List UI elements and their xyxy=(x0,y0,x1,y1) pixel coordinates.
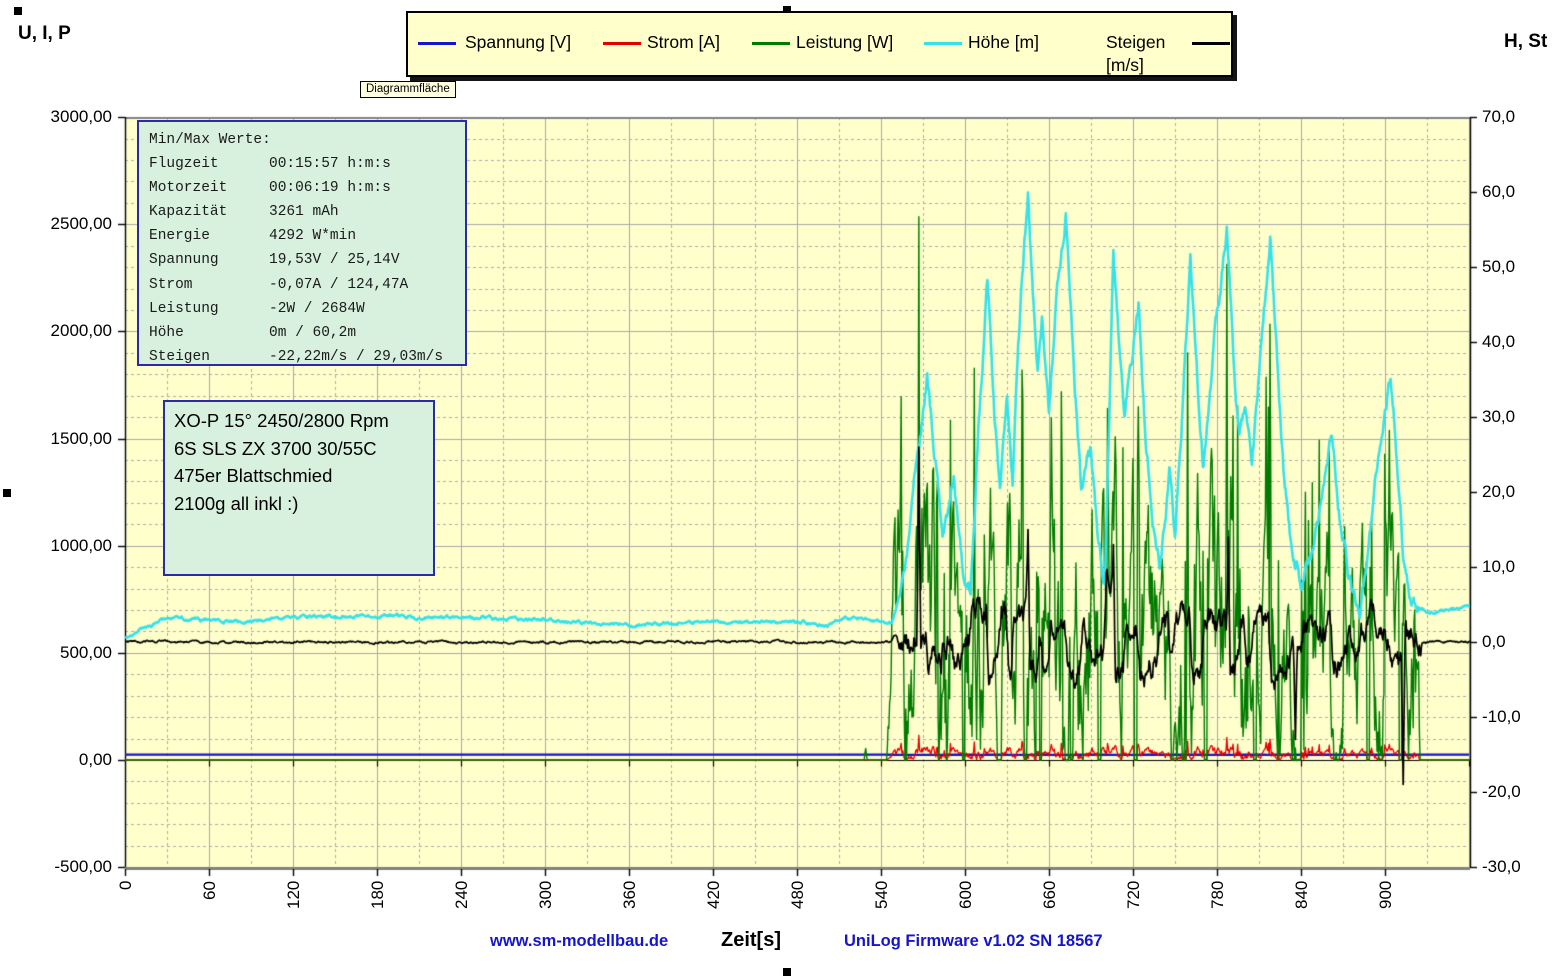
right-axis-tick-label: 70,0 xyxy=(1482,107,1515,127)
x-axis-tick-label: 420 xyxy=(704,881,723,909)
left-axis-tick-label: 1500,00 xyxy=(28,429,112,449)
minmax-row-label: Leistung xyxy=(149,297,269,321)
minmax-row-value: -2W / 2684W xyxy=(269,301,365,317)
right-axis-title: H, St xyxy=(1504,31,1547,53)
right-axis-tick-label: 20,0 xyxy=(1482,482,1515,502)
left-axis-tick-label: 3000,00 xyxy=(28,107,112,127)
right-axis-tick-label: -20,0 xyxy=(1482,782,1521,802)
minmax-row: Strom-0,07A / 124,47A xyxy=(149,273,455,297)
x-axis-tick-label: 600 xyxy=(956,881,975,909)
footer-website-text: www.sm-modellbau.de xyxy=(490,932,668,951)
minmax-row-value: 00:15:57 h:m:s xyxy=(269,156,391,172)
minmax-row-value: 00:06:19 h:m:s xyxy=(269,180,391,196)
right-axis-tick-label: 30,0 xyxy=(1482,407,1515,427)
legend-label-2: Leistung [W] xyxy=(796,31,893,54)
minmax-row: Flugzeit00:15:57 h:m:s xyxy=(149,152,455,176)
right-axis-tick-label: 50,0 xyxy=(1482,257,1515,277)
minmax-row-label: Motorzeit xyxy=(149,176,269,200)
left-axis-title: U, I, P xyxy=(18,23,71,45)
legend[interactable]: Spannung [V] Strom [A] Leistung [W] Höhe [m… xyxy=(406,11,1233,77)
minmax-row-value: 0m / 60,2m xyxy=(269,325,356,341)
right-axis-tick-label: 10,0 xyxy=(1482,557,1515,577)
minmax-row: Motorzeit00:06:19 h:m:s xyxy=(149,176,455,200)
x-axis-tick-label: 780 xyxy=(1208,881,1227,909)
minmax-row: Spannung19,53V / 25,14V xyxy=(149,248,455,272)
x-axis-tick-label: 60 xyxy=(200,881,219,900)
annotation-line: 2100g all inkl :) xyxy=(174,490,424,518)
minmax-row-label: Steigen xyxy=(149,345,269,369)
chart-handle-top-left[interactable] xyxy=(14,7,22,15)
minmax-row-value: -0,07A / 124,47A xyxy=(269,277,408,293)
right-axis-tick-label: 60,0 xyxy=(1482,182,1515,202)
x-axis-tick-label: 900 xyxy=(1376,881,1395,909)
left-axis-tick-label: 2000,00 xyxy=(28,321,112,341)
minmax-row-label: Kapazität xyxy=(149,200,269,224)
left-axis-tick-label: 0,00 xyxy=(28,750,112,770)
x-axis-tick-label: 180 xyxy=(368,881,387,909)
minmax-row: Kapazität3261 mAh xyxy=(149,200,455,224)
right-axis-tick-label: 40,0 xyxy=(1482,332,1515,352)
minmax-row: Steigen-22,22m/s / 29,03m/s xyxy=(149,345,455,369)
footer-firmware-text: UniLog Firmware v1.02 SN 18567 xyxy=(844,932,1103,951)
plot-area-tooltip: Diagrammfläche xyxy=(360,81,456,98)
legend-swatch-4 xyxy=(1192,42,1230,45)
x-axis-tick-label: 240 xyxy=(452,881,471,909)
x-axis-label: Zeit[s] xyxy=(721,929,781,952)
annotation-line: 6S SLS ZX 3700 30/55C xyxy=(174,435,424,463)
minmax-title: Min/Max Werte: xyxy=(149,128,455,152)
minmax-row-label: Energie xyxy=(149,224,269,248)
right-axis-tick-label: 0,0 xyxy=(1482,632,1506,652)
left-axis-tick-label: 500,00 xyxy=(28,643,112,663)
minmax-row: Leistung-2W / 2684W xyxy=(149,297,455,321)
legend-label-4: Steigen [m/s] xyxy=(1106,31,1165,77)
minmax-row-value: 3261 mAh xyxy=(269,204,339,220)
minmax-values-box[interactable]: Min/Max Werte: Flugzeit00:15:57 h:m:sMot… xyxy=(137,120,467,366)
minmax-row-label: Höhe xyxy=(149,321,269,345)
x-axis-tick-label: 120 xyxy=(284,881,303,909)
minmax-row-label: Spannung xyxy=(149,248,269,272)
x-axis-tick-label: 540 xyxy=(872,881,891,909)
x-axis-tick-label: 360 xyxy=(620,881,639,909)
x-axis-tick-label: 840 xyxy=(1292,881,1311,909)
chart-handle-left-middle[interactable] xyxy=(3,489,11,497)
legend-swatch-3 xyxy=(924,42,962,45)
legend-swatch-0 xyxy=(418,42,456,45)
x-axis-tick-label: 660 xyxy=(1040,881,1059,909)
chart-handle-bottom-center[interactable] xyxy=(783,968,791,976)
annotation-box[interactable]: XO-P 15° 2450/2800 Rpm6S SLS ZX 3700 30/… xyxy=(163,400,435,576)
x-axis-tick-label: 0 xyxy=(116,881,135,890)
x-axis-tick-label: 480 xyxy=(788,881,807,909)
x-axis-tick-label: 720 xyxy=(1124,881,1143,909)
left-axis-tick-label: 2500,00 xyxy=(28,214,112,234)
minmax-row-label: Strom xyxy=(149,273,269,297)
right-axis-tick-label: -10,0 xyxy=(1482,707,1521,727)
annotation-line: XO-P 15° 2450/2800 Rpm xyxy=(174,407,424,435)
right-axis-tick-label: -30,0 xyxy=(1482,857,1521,877)
minmax-row: Höhe0m / 60,2m xyxy=(149,321,455,345)
x-axis-tick-label: 300 xyxy=(536,881,555,909)
annotation-line: 475er Blattschmied xyxy=(174,462,424,490)
legend-label-0: Spannung [V] xyxy=(465,31,571,54)
minmax-row-label: Flugzeit xyxy=(149,152,269,176)
legend-label-1: Strom [A] xyxy=(647,31,720,54)
legend-swatch-1 xyxy=(603,42,641,45)
legend-swatch-2 xyxy=(752,42,790,45)
unilog-chart: U, I, P H, St Spannung [V] Strom [A] Leist… xyxy=(0,0,1564,976)
legend-label-3: Höhe [m] xyxy=(968,31,1039,54)
minmax-row: Energie4292 W*min xyxy=(149,224,455,248)
left-axis-tick-label: -500,00 xyxy=(28,857,112,877)
minmax-row-value: 4292 W*min xyxy=(269,228,356,244)
minmax-row-value: 19,53V / 25,14V xyxy=(269,252,400,268)
minmax-row-value: -22,22m/s / 29,03m/s xyxy=(269,349,443,365)
left-axis-tick-label: 1000,00 xyxy=(28,536,112,556)
